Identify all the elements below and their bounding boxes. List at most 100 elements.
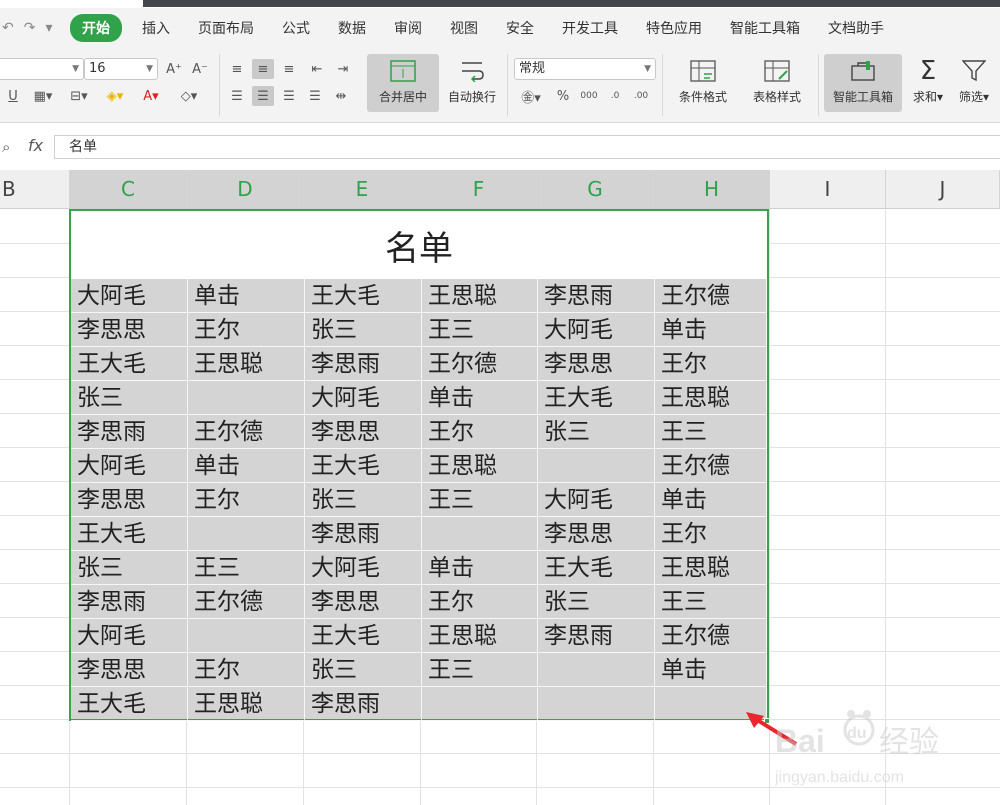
table-cell[interactable]: 李思思 <box>71 483 188 517</box>
table-cell[interactable]: 李思雨 <box>305 347 422 381</box>
table-cell[interactable]: 王大毛 <box>71 347 188 381</box>
table-cell[interactable]: 王三 <box>422 653 538 687</box>
menu-insert[interactable]: 插入 <box>128 18 184 38</box>
table-cell[interactable]: 李思思 <box>305 415 422 449</box>
menu-security[interactable]: 安全 <box>492 18 548 38</box>
font-name-select[interactable]: ▼ <box>0 58 84 80</box>
table-cell[interactable]: 大阿毛 <box>71 279 188 313</box>
shrink-font-icon[interactable]: A⁻ <box>189 59 211 79</box>
column-header-h[interactable]: H <box>654 170 770 209</box>
merge-center-button[interactable]: 合并居中 <box>367 54 439 112</box>
table-cell[interactable]: 单击 <box>188 449 305 483</box>
column-header-f[interactable]: F <box>421 170 537 209</box>
table-cell[interactable]: 大阿毛 <box>71 449 188 483</box>
table-cell[interactable]: 王大毛 <box>71 687 188 721</box>
table-cell[interactable] <box>538 653 655 687</box>
table-cell[interactable]: 王大毛 <box>305 619 422 653</box>
wrap-text-button[interactable]: 自动换行 <box>443 54 501 105</box>
align-top-icon[interactable]: ≡ <box>226 59 248 79</box>
table-cell[interactable]: 王思聪 <box>422 449 538 483</box>
selected-range[interactable]: 名单 大阿毛 单击 王大毛 王思聪 李思雨 王尔德 李思思 王尔 张三 王三 大阿毛 单击 王大毛 王思聪… <box>69 209 769 721</box>
table-cell[interactable]: 王大毛 <box>305 279 422 313</box>
table-cell[interactable]: 张三 <box>305 313 422 347</box>
table-cell[interactable] <box>188 517 305 551</box>
table-cell[interactable]: 大阿毛 <box>538 313 655 347</box>
table-cell[interactable]: 王思聪 <box>422 279 538 313</box>
table-cell[interactable]: 王尔德 <box>188 585 305 619</box>
table-cell[interactable]: 李思雨 <box>71 585 188 619</box>
table-cell[interactable]: 王大毛 <box>305 449 422 483</box>
column-header-i[interactable]: I <box>770 170 886 209</box>
table-cell[interactable]: 单击 <box>422 381 538 415</box>
formula-input[interactable]: 名单 <box>54 135 1000 159</box>
thousands-icon[interactable]: 000 <box>578 86 600 106</box>
table-cell[interactable]: 王尔 <box>188 653 305 687</box>
table-cell[interactable]: 大阿毛 <box>538 483 655 517</box>
table-cell[interactable]: 李思思 <box>538 517 655 551</box>
table-cell[interactable]: 王三 <box>655 415 767 449</box>
sum-button[interactable]: Σ 求和▾ <box>906 54 950 105</box>
table-cell[interactable]: 张三 <box>305 483 422 517</box>
table-cell[interactable]: 单击 <box>422 551 538 585</box>
conditional-format-button[interactable]: 条件格式 <box>668 54 738 105</box>
table-cell[interactable] <box>538 687 655 721</box>
underline-icon[interactable]: U <box>2 86 24 106</box>
align-bottom-icon[interactable]: ≡ <box>278 59 300 79</box>
table-cell[interactable]: 李思思 <box>71 653 188 687</box>
table-cell[interactable]: 李思雨 <box>71 415 188 449</box>
table-cell[interactable]: 张三 <box>538 415 655 449</box>
column-header-e[interactable]: E <box>304 170 421 209</box>
table-cell[interactable]: 李思雨 <box>305 687 422 721</box>
align-middle-icon[interactable]: ≡ <box>252 59 274 79</box>
table-cell[interactable]: 大阿毛 <box>305 381 422 415</box>
menu-formulas[interactable]: 公式 <box>268 18 324 38</box>
table-cell[interactable]: 王思聪 <box>655 381 767 415</box>
column-header-g[interactable]: G <box>537 170 654 209</box>
column-header-j[interactable]: J <box>886 170 1000 209</box>
clear-icon[interactable]: ◇▾ <box>178 86 200 106</box>
table-cell[interactable]: 王思聪 <box>188 347 305 381</box>
table-cell[interactable]: 王三 <box>655 585 767 619</box>
menu-view[interactable]: 视图 <box>436 18 492 38</box>
grow-font-icon[interactable]: A⁺ <box>163 59 185 79</box>
table-cell[interactable]: 单击 <box>655 483 767 517</box>
menu-data[interactable]: 数据 <box>324 18 380 38</box>
redo-icon[interactable]: ↷ <box>24 20 36 36</box>
table-cell[interactable]: 王尔德 <box>655 619 767 653</box>
table-cell[interactable]: 王思聪 <box>655 551 767 585</box>
table-cell[interactable]: 单击 <box>188 279 305 313</box>
fx-icon[interactable]: fx <box>28 136 43 155</box>
increase-indent-icon[interactable]: ⇥ <box>332 59 354 79</box>
table-cell[interactable]: 李思思 <box>305 585 422 619</box>
distribute-icon[interactable]: ⇹ <box>330 86 352 106</box>
justify-icon[interactable]: ☰ <box>304 86 326 106</box>
font-color-icon[interactable]: A▾ <box>140 86 162 106</box>
table-title[interactable]: 名单 <box>71 211 767 279</box>
table-cell[interactable]: 王三 <box>422 313 538 347</box>
table-cell[interactable]: 李思思 <box>71 313 188 347</box>
align-right-icon[interactable]: ☰ <box>278 86 300 106</box>
table-cell[interactable]: 王尔 <box>188 483 305 517</box>
table-cell[interactable]: 李思雨 <box>538 279 655 313</box>
decrease-indent-icon[interactable]: ⇤ <box>306 59 328 79</box>
align-center-icon[interactable]: ☰ <box>252 86 274 106</box>
table-cell[interactable]: 王尔德 <box>655 449 767 483</box>
fill-color-icon[interactable]: ◈▾ <box>104 86 126 106</box>
menu-features[interactable]: 特色应用 <box>632 18 716 38</box>
table-cell[interactable]: 王大毛 <box>538 381 655 415</box>
table-cell[interactable]: 张三 <box>71 381 188 415</box>
table-cell[interactable]: 王尔 <box>422 415 538 449</box>
table-cell[interactable]: 王大毛 <box>71 517 188 551</box>
menu-smart-toolbox[interactable]: 智能工具箱 <box>716 18 814 38</box>
table-cell[interactable]: 单击 <box>655 313 767 347</box>
table-cell[interactable]: 王思聪 <box>188 687 305 721</box>
table-style-button[interactable]: 表格样式 <box>742 54 812 105</box>
table-cell[interactable]: 张三 <box>71 551 188 585</box>
menu-page-layout[interactable]: 页面布局 <box>184 18 268 38</box>
menu-home[interactable]: 开始 <box>70 14 122 42</box>
table-cell[interactable]: 王尔 <box>422 585 538 619</box>
column-header-c[interactable]: C <box>70 170 187 209</box>
table-cell[interactable]: 李思雨 <box>538 619 655 653</box>
table-cell[interactable]: 王尔德 <box>188 415 305 449</box>
table-cell[interactable]: 大阿毛 <box>305 551 422 585</box>
